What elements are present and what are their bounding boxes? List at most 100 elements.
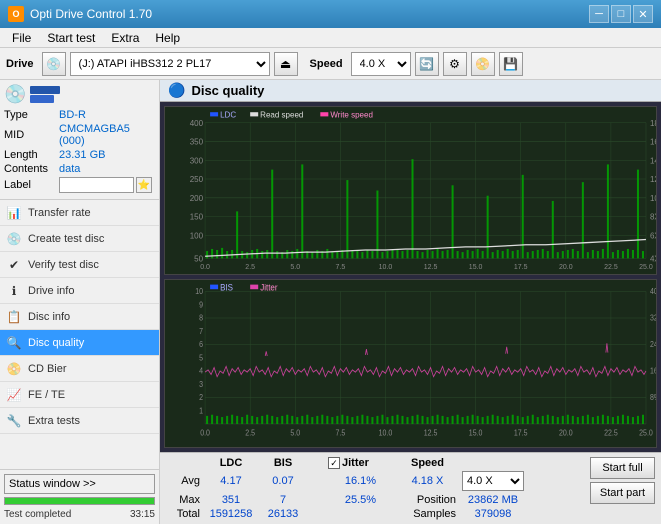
total-label: Total <box>166 508 204 520</box>
content-title: Disc quality <box>191 83 264 98</box>
stats-grid: LDC BIS ✓ Jitter Speed Avg 4.17 0.07 <box>166 457 582 520</box>
close-btn[interactable]: ✕ <box>633 5 653 23</box>
label-input[interactable] <box>59 177 134 193</box>
eject-btn[interactable]: ⏏ <box>274 52 298 76</box>
menu-file[interactable]: File <box>4 29 39 47</box>
save-btn[interactable]: 💾 <box>499 52 523 76</box>
svg-text:10.0: 10.0 <box>379 263 393 271</box>
avg-ldc: 4.17 <box>206 475 256 487</box>
nav-cd-bier-label: CD Bier <box>28 363 67 375</box>
avg-label: Avg <box>166 475 204 487</box>
nav-fe-te[interactable]: 📈 FE / TE <box>0 382 159 408</box>
label-icon-btn[interactable]: ⭐ <box>136 177 152 193</box>
total-ldc: 1591258 <box>206 508 256 520</box>
svg-text:Write speed: Write speed <box>330 110 373 119</box>
svg-text:250: 250 <box>190 175 204 184</box>
drive-label: Drive <box>6 58 34 70</box>
nav-disc-info-label: Disc info <box>28 311 70 323</box>
start-full-btn[interactable]: Start full <box>590 457 655 479</box>
svg-text:25.0: 25.0 <box>639 428 653 438</box>
start-buttons: Start full Start part <box>590 457 655 520</box>
length-label: Length <box>4 149 59 161</box>
svg-text:10.0: 10.0 <box>379 428 393 438</box>
svg-text:17.5: 17.5 <box>514 263 528 271</box>
nav-verify-test-disc-label: Verify test disc <box>28 259 99 271</box>
status-time: 33:15 <box>130 509 155 520</box>
nav-cd-bier[interactable]: 📀 CD Bier <box>0 356 159 382</box>
svg-text:12.5: 12.5 <box>424 428 438 438</box>
svg-text:LDC: LDC <box>220 110 236 119</box>
svg-text:BIS: BIS <box>220 282 233 293</box>
settings-btn[interactable]: ⚙ <box>443 52 467 76</box>
fe-te-icon: 📈 <box>6 387 22 403</box>
svg-text:400: 400 <box>190 119 204 128</box>
nav-disc-info[interactable]: 📋 Disc info <box>0 304 159 330</box>
nav-create-test-disc[interactable]: 💿 Create test disc <box>0 226 159 252</box>
progress-bar-container <box>4 497 155 505</box>
verify-test-disc-icon: ✔ <box>6 257 22 273</box>
sidebar: 💿 Type BD-R MID CMCMAGBA5 (000) Length 2 <box>0 80 160 524</box>
max-bis: 7 <box>258 494 308 506</box>
drive-icon-btn[interactable]: 💿 <box>42 52 66 76</box>
menu-start-test[interactable]: Start test <box>39 29 103 47</box>
label-label: Label <box>4 179 59 191</box>
menu-bar: File Start test Extra Help <box>0 28 661 48</box>
jitter-check[interactable]: ✓ Jitter <box>328 457 393 469</box>
app-title: Opti Drive Control 1.70 <box>30 7 589 21</box>
type-label: Type <box>4 109 59 121</box>
svg-text:3: 3 <box>199 380 203 390</box>
content-header: 🔵 Disc quality <box>160 80 661 102</box>
status-window-btn[interactable]: Status window >> <box>4 474 155 494</box>
svg-text:7.5: 7.5 <box>335 428 345 438</box>
svg-text:6X: 6X <box>650 231 656 240</box>
svg-text:17.5: 17.5 <box>514 428 528 438</box>
speed-select[interactable]: 4.0 X <box>462 471 524 491</box>
svg-text:7: 7 <box>199 327 203 337</box>
menu-help[interactable]: Help <box>147 29 188 47</box>
total-bis: 26133 <box>258 508 308 520</box>
position-label: Position <box>395 494 460 506</box>
refresh-btn[interactable]: 🔄 <box>415 52 439 76</box>
nav-extra-tests-label: Extra tests <box>28 415 80 427</box>
svg-text:6: 6 <box>199 339 203 349</box>
nav-transfer-rate[interactable]: 📊 Transfer rate <box>0 200 159 226</box>
jitter-checkbox[interactable]: ✓ <box>328 457 340 469</box>
stats-ldc-header: LDC <box>206 457 256 469</box>
minimize-btn[interactable]: ─ <box>589 5 609 23</box>
position-value: 23862 MB <box>462 494 524 506</box>
disc-icon: 💿 <box>4 84 26 105</box>
disc-info-icon: 📋 <box>6 309 22 325</box>
nav-drive-info[interactable]: ℹ Drive info <box>0 278 159 304</box>
disc-btn[interactable]: 📀 <box>471 52 495 76</box>
samples-label: Samples <box>395 508 460 520</box>
chart-bis-svg: 10 9 8 7 6 5 4 3 2 1 40% 32% <box>165 280 656 447</box>
svg-text:0.0: 0.0 <box>200 263 210 271</box>
svg-text:25.0: 25.0 <box>639 263 653 271</box>
max-ldc: 351 <box>206 494 256 506</box>
create-test-disc-icon: 💿 <box>6 231 22 247</box>
svg-text:12.5: 12.5 <box>424 263 438 271</box>
svg-text:2: 2 <box>199 392 203 402</box>
main-area: 💿 Type BD-R MID CMCMAGBA5 (000) Length 2 <box>0 80 661 524</box>
cd-bier-icon: 📀 <box>6 361 22 377</box>
max-label: Max <box>166 494 204 506</box>
nav-drive-info-label: Drive info <box>28 285 74 297</box>
nav-verify-test-disc[interactable]: ✔ Verify test disc <box>0 252 159 278</box>
nav-extra-tests[interactable]: 🔧 Extra tests <box>0 408 159 434</box>
speed-select[interactable]: 4.0 X <box>351 52 411 76</box>
type-value: BD-R <box>59 109 86 121</box>
menu-extra[interactable]: Extra <box>103 29 147 47</box>
drive-select[interactable]: (J:) ATAPI iHBS312 2 PL17 <box>70 52 270 76</box>
svg-text:10: 10 <box>195 286 203 296</box>
svg-text:32%: 32% <box>650 313 656 323</box>
length-value: 23.31 GB <box>59 149 105 161</box>
content-area: 🔵 Disc quality <box>160 80 661 524</box>
mid-label: MID <box>4 129 59 141</box>
svg-text:16%: 16% <box>650 366 656 376</box>
avg-bis: 0.07 <box>258 475 308 487</box>
avg-speed: 4.18 X <box>395 475 460 487</box>
status-area: Status window >> Test completed 33:15 <box>0 469 159 524</box>
maximize-btn[interactable]: □ <box>611 5 631 23</box>
nav-disc-quality[interactable]: 🔍 Disc quality <box>0 330 159 356</box>
start-part-btn[interactable]: Start part <box>590 482 655 504</box>
